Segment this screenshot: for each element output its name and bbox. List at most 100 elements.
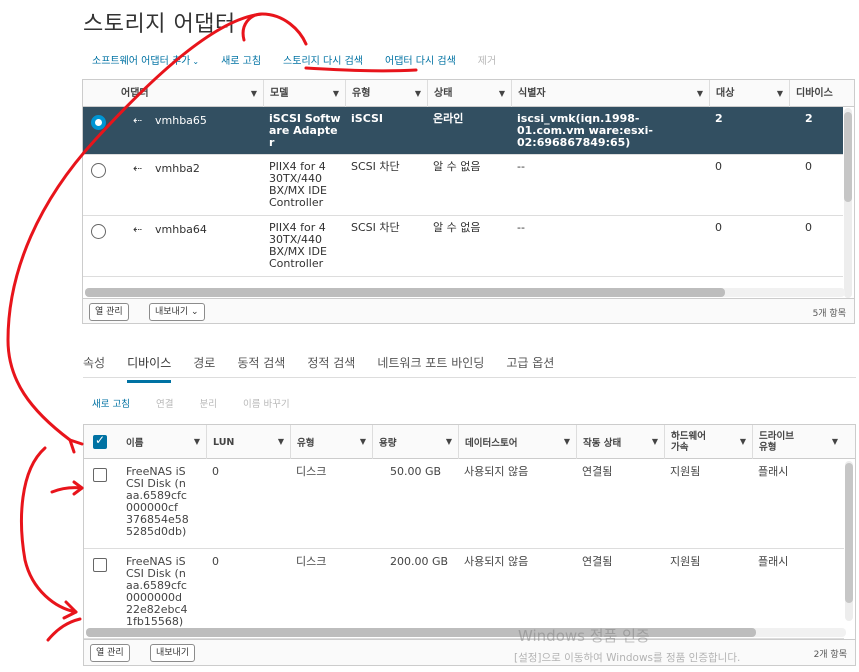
filter-icon[interactable]: ▼: [832, 437, 838, 446]
column-operational-state[interactable]: 작동 상태 ▼: [576, 425, 664, 459]
vertical-scrollbar[interactable]: [845, 461, 853, 621]
column-label: 용량: [379, 438, 397, 449]
arrowhead-annotation: [68, 438, 84, 454]
arrowhead-annotation: [62, 600, 78, 620]
scrollbar-thumb[interactable]: [85, 288, 725, 297]
table-row[interactable]: ⇠ vmhba65 iSCSI Softw are Adapte r iSCSI…: [83, 107, 843, 155]
tab-advanced-options[interactable]: 고급 옵션: [506, 354, 554, 383]
filter-icon[interactable]: ▼: [564, 437, 570, 446]
filter-icon[interactable]: ▼: [499, 80, 505, 107]
rescan-storage-button[interactable]: 스토리지 다시 검색: [283, 52, 363, 67]
adapter-type: iSCSI: [351, 112, 383, 125]
column-capacity[interactable]: 용량 ▼: [372, 425, 458, 459]
adapter-targets: 0: [715, 221, 722, 234]
column-targets[interactable]: 대상 ▼: [709, 80, 789, 107]
vertical-scrollbar[interactable]: [844, 108, 852, 298]
add-software-adapter-label: 소프트웨어 어댑터 추가: [92, 56, 191, 67]
scrollbar-thumb[interactable]: [844, 112, 852, 202]
adapter-devices: 0: [805, 160, 812, 173]
table-row[interactable]: FreeNAS iS CSI Disk (n aa.6589cfc 000000…: [84, 459, 844, 549]
add-software-adapter-button[interactable]: 소프트웨어 어댑터 추가 ⌄: [92, 52, 199, 67]
tab-paths[interactable]: 경로: [193, 354, 215, 383]
row-radio[interactable]: [91, 224, 106, 239]
rename-button: 이름 바꾸기: [242, 399, 290, 410]
filter-icon[interactable]: ▼: [777, 80, 783, 107]
filter-icon[interactable]: ▼: [415, 80, 421, 107]
table-row[interactable]: ⇠ vmhba64 PIIX4 for 4 30TX/440 BX/MX IDE…: [83, 216, 843, 277]
column-label: LUN: [213, 436, 235, 448]
refresh-button[interactable]: 새로 고침: [221, 52, 261, 67]
device-datastore: 사용되지 않음: [464, 555, 529, 568]
filter-icon[interactable]: ▼: [446, 437, 452, 446]
manage-columns-button[interactable]: 열 관리: [89, 303, 129, 321]
device-drive-type: 플래시: [758, 555, 789, 568]
row-radio[interactable]: [91, 115, 106, 130]
tab-devices[interactable]: 디바이스: [127, 354, 172, 383]
lower-arrow-annotation: [20, 446, 78, 614]
filter-icon[interactable]: ▼: [251, 80, 257, 107]
column-label: 식별자: [518, 88, 546, 99]
adapter-arrow-icon: ⇠: [133, 223, 143, 236]
column-status[interactable]: 상태 ▼: [427, 80, 511, 107]
detach-button: 분리: [199, 399, 217, 410]
row-checkbox[interactable]: [93, 468, 107, 482]
arrowhead-annotation: [72, 480, 84, 496]
table-row[interactable]: FreeNAS iS CSI Disk (n aa.6589cfc 000000…: [84, 549, 844, 639]
device-type: 디스크: [296, 555, 327, 568]
filter-icon[interactable]: ▼: [333, 80, 339, 107]
filter-icon[interactable]: ▼: [278, 437, 284, 446]
rescan-adapter-button[interactable]: 어댑터 다시 검색: [385, 52, 456, 67]
adapters-table: 어댑터 ▼ 모델 ▼ 유형 ▼ 상태 ▼ 식별자 ▼ 대상 ▼ 디바이스 ⇠ vmhba65…: [82, 79, 855, 324]
device-toolbar: 새로 고침 연결 분리 이름 바꾸기: [92, 396, 316, 410]
export-button[interactable]: 내보내기 ⌄: [149, 303, 205, 321]
export-button[interactable]: 내보내기: [150, 644, 196, 662]
adapter-type: SCSI 차단: [351, 160, 400, 173]
filter-icon[interactable]: ▼: [360, 437, 366, 446]
underline-annotation: [304, 66, 418, 73]
column-hardware-acceleration[interactable]: 하드웨어 가속 ▼: [664, 425, 752, 459]
column-label: 이름: [126, 438, 144, 449]
filter-icon[interactable]: ▼: [652, 437, 658, 446]
table-row[interactable]: ⇠ vmhba2 PIIX4 for 4 30TX/440 BX/MX IDE …: [83, 155, 843, 216]
horizontal-scrollbar[interactable]: [85, 288, 845, 297]
row-checkbox[interactable]: [93, 558, 107, 572]
activation-watermark-text: [설정]으로 이동하여 Windows를 정품 인증합니다.: [514, 652, 741, 664]
tab-properties[interactable]: 속성: [83, 354, 105, 383]
chevron-down-icon: ⌄: [192, 57, 200, 66]
filter-icon[interactable]: ▼: [740, 437, 746, 446]
tab-dynamic-discovery[interactable]: 동적 검색: [237, 354, 285, 383]
column-name[interactable]: 이름 ▼: [120, 425, 206, 459]
column-datastore[interactable]: 데이터스토어 ▼: [458, 425, 576, 459]
horizontal-scrollbar[interactable]: [86, 628, 846, 637]
column-label: 유형: [352, 88, 371, 99]
scrollbar-thumb[interactable]: [86, 628, 756, 637]
column-devices[interactable]: 디바이스: [789, 80, 854, 107]
device-hardware-acceleration: 지원됨: [670, 555, 701, 568]
scrollbar-thumb[interactable]: [845, 463, 853, 603]
column-lun[interactable]: LUN ▼: [206, 425, 290, 459]
device-drive-type: 플래시: [758, 465, 789, 478]
select-all-checkbox[interactable]: [93, 433, 107, 449]
filter-icon[interactable]: ▼: [697, 80, 703, 107]
row-radio[interactable]: [91, 163, 106, 178]
filter-icon[interactable]: ▼: [194, 437, 200, 446]
column-label: 디바이스: [796, 88, 833, 99]
tab-static-discovery[interactable]: 정적 검색: [307, 354, 355, 383]
column-identifier[interactable]: 식별자 ▼: [511, 80, 709, 107]
page-title: 스토리지 어댑터: [83, 12, 236, 37]
column-label: 드라이브 유형: [759, 431, 794, 453]
device-operational-state: 연결됨: [582, 465, 613, 478]
adapters-table-footer: 열 관리 내보내기 ⌄ 5개 항목: [83, 298, 854, 323]
column-type[interactable]: 유형 ▼: [290, 425, 372, 459]
column-model[interactable]: 모델 ▼: [263, 80, 345, 107]
column-adapter[interactable]: 어댑터 ▼: [115, 80, 263, 107]
manage-columns-button[interactable]: 열 관리: [90, 644, 130, 662]
column-type[interactable]: 유형 ▼: [345, 80, 427, 107]
column-label: 하드웨어 가속: [671, 431, 706, 453]
tab-network-port-binding[interactable]: 네트워크 포트 바인딩: [377, 354, 484, 383]
adapter-identifier: iscsi_vmk(iqn.1998-01.com.vm ware:esxi-0…: [517, 112, 653, 149]
device-capacity: 200.00 GB: [390, 555, 449, 568]
column-label: 대상: [716, 88, 735, 99]
device-refresh-button[interactable]: 새로 고침: [92, 396, 130, 410]
column-drive-type[interactable]: 드라이브 유형 ▼: [752, 425, 844, 459]
